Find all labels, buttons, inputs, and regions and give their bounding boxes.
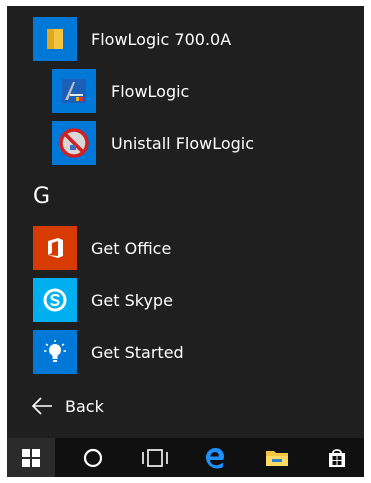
app-label: FlowLogic 700.0A [91,29,232,49]
app-item-flowlogic[interactable]: FlowLogic [7,66,364,116]
section-header-g[interactable]: G [33,184,50,209]
app-item-get-office[interactable]: Get Office [7,223,364,273]
edge-icon [206,447,224,469]
taskbar [7,438,364,477]
app-label: Get Skype [91,290,173,310]
start-button[interactable] [7,438,55,477]
lightbulb-icon [33,330,77,374]
cortana-button[interactable] [69,438,117,477]
store-button[interactable] [313,438,361,477]
task-view-button[interactable] [131,438,179,477]
office-icon [33,226,77,270]
start-menu-window: FlowLogic 700.0A FlowLogic Unistall Flow… [7,6,364,477]
start-menu-app-list: FlowLogic 700.0A FlowLogic Unistall Flow… [7,6,364,438]
cortana-circle-icon [83,448,103,467]
file-explorer-icon [266,450,288,466]
flowlogic-app-icon [52,69,96,113]
app-label: Unistall FlowLogic [111,133,255,153]
store-icon [329,448,345,467]
app-folder-flowlogic-700[interactable]: FlowLogic 700.0A [7,14,364,64]
back-arrow-icon [31,397,52,415]
skype-icon [33,278,77,322]
folder-icon [33,17,77,61]
back-button[interactable]: Back [31,386,151,426]
task-view-icon [142,448,168,467]
file-explorer-button[interactable] [253,438,301,477]
app-item-get-started[interactable]: Get Started [7,327,364,377]
edge-button[interactable] [191,438,239,477]
uninstall-icon [52,121,96,165]
windows-start-icon [22,448,40,467]
app-item-uninstall-flowlogic[interactable]: Unistall FlowLogic [7,118,364,168]
app-label: Get Started [91,342,184,362]
app-label: Get Office [91,238,172,258]
app-item-get-skype[interactable]: Get Skype [7,275,364,325]
back-label: Back [65,396,104,416]
app-label: FlowLogic [111,81,190,101]
